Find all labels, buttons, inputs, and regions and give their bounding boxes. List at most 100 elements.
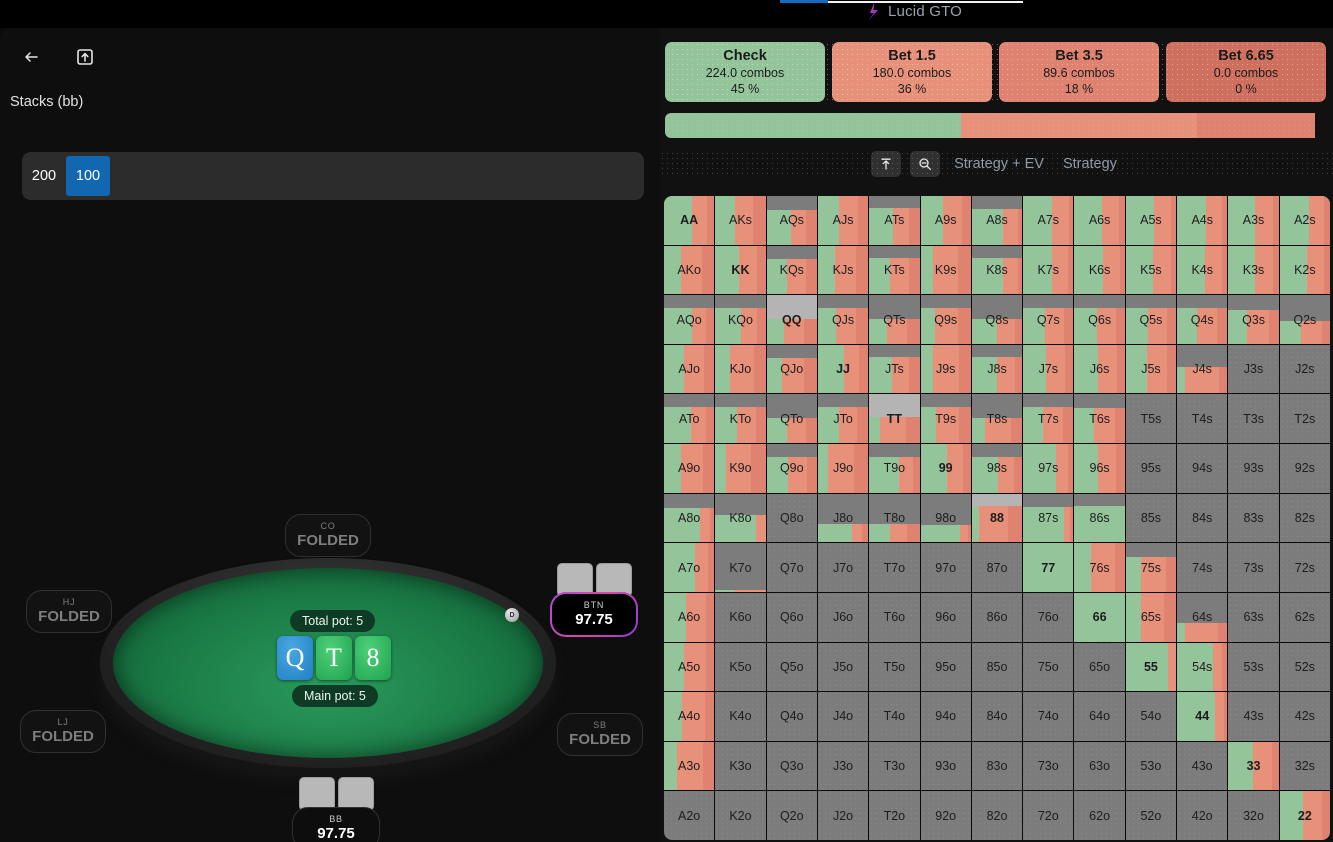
hand-cell-AQo[interactable]: AQo (664, 295, 715, 344)
hand-cell-Q8o[interactable]: Q8o (766, 493, 817, 543)
hand-cell-T5s[interactable]: T5s (1125, 394, 1177, 444)
hand-cell-J9o[interactable]: J9o (817, 444, 869, 493)
hand-cell-A9o[interactable]: A9o (664, 444, 715, 493)
hand-cell-Q5o[interactable]: Q5o (766, 642, 817, 692)
hand-cell-J4s[interactable]: J4s (1177, 344, 1228, 394)
hand-cell-J2o[interactable]: J2o (817, 791, 869, 840)
hand-cell-AQs[interactable]: AQs (766, 196, 817, 245)
hand-cell-QQ[interactable]: QQ (766, 295, 817, 344)
hand-cell-Q2s[interactable]: Q2s (1279, 295, 1330, 344)
hand-cell-K4o[interactable]: K4o (715, 692, 766, 741)
hand-cell-T8o[interactable]: T8o (869, 493, 920, 543)
seat-hj[interactable]: HJ FOLDED (26, 590, 112, 633)
hand-cell-KJs[interactable]: KJs (817, 245, 869, 295)
hand-cell-K6s[interactable]: K6s (1074, 245, 1125, 295)
hand-cell-A4s[interactable]: A4s (1177, 196, 1228, 245)
hand-cell-75o[interactable]: 75o (1023, 642, 1074, 692)
hand-cell-Q5s[interactable]: Q5s (1125, 295, 1177, 344)
hand-cell-53s[interactable]: 53s (1228, 642, 1279, 692)
hand-cell-J7o[interactable]: J7o (817, 543, 869, 592)
hand-cell-A5s[interactable]: A5s (1125, 196, 1177, 245)
hand-cell-87s[interactable]: 87s (1023, 493, 1074, 543)
hand-cell-62s[interactable]: 62s (1279, 592, 1330, 642)
hand-cell-92s[interactable]: 92s (1279, 444, 1330, 493)
hand-cell-32o[interactable]: 32o (1228, 791, 1279, 840)
hand-cell-A7o[interactable]: A7o (664, 543, 715, 592)
hand-cell-T6o[interactable]: T6o (869, 592, 920, 642)
hand-cell-97o[interactable]: 97o (920, 543, 971, 592)
hand-cell-AA[interactable]: AA (664, 196, 715, 245)
hand-cell-44[interactable]: 44 (1177, 692, 1228, 741)
magnifier-minus-icon[interactable] (660, 151, 1333, 177)
hand-cell-J5s[interactable]: J5s (1125, 344, 1177, 394)
hand-cell-J9s[interactable]: J9s (920, 344, 971, 394)
hand-cell-K2o[interactable]: K2o (715, 791, 766, 840)
hand-cell-K5o[interactable]: K5o (715, 642, 766, 692)
hand-cell-JTs[interactable]: JTs (869, 344, 920, 394)
hand-cell-72s[interactable]: 72s (1279, 543, 1330, 592)
hand-cell-76o[interactable]: 76o (1023, 592, 1074, 642)
hand-cell-98s[interactable]: 98s (971, 444, 1023, 493)
hand-cell-K3o[interactable]: K3o (715, 741, 766, 791)
hand-cell-KQo[interactable]: KQo (715, 295, 766, 344)
hand-cell-95s[interactable]: 95s (1125, 444, 1177, 493)
tab-strategy[interactable]: Strategy (1058, 156, 1122, 172)
hand-cell-T9s[interactable]: T9s (920, 394, 971, 444)
hand-cell-84o[interactable]: 84o (971, 692, 1023, 741)
hand-cell-99[interactable]: 99 (920, 444, 971, 493)
action-button-bet-6-65[interactable]: Bet 6.65 0.0 combos 0 % (665, 42, 1326, 102)
hand-cell-KTs[interactable]: KTs (869, 245, 920, 295)
hand-cell-Q3o[interactable]: Q3o (766, 741, 817, 791)
hand-cell-73o[interactable]: 73o (1023, 741, 1074, 791)
hand-cell-JJ[interactable]: JJ (817, 344, 869, 394)
hand-cell-T7o[interactable]: T7o (869, 543, 920, 592)
hand-cell-Q6o[interactable]: Q6o (766, 592, 817, 642)
hand-cell-J8o[interactable]: J8o (817, 493, 869, 543)
hand-cell-96o[interactable]: 96o (920, 592, 971, 642)
hand-cell-97s[interactable]: 97s (1023, 444, 1074, 493)
hand-cell-J3o[interactable]: J3o (817, 741, 869, 791)
hand-cell-96s[interactable]: 96s (1074, 444, 1125, 493)
hand-cell-52s[interactable]: 52s (1279, 642, 1330, 692)
hand-cell-T3s[interactable]: T3s (1228, 394, 1279, 444)
hand-cell-75s[interactable]: 75s (1125, 543, 1177, 592)
hand-cell-A8o[interactable]: A8o (664, 493, 715, 543)
hand-cell-A2s[interactable]: A2s (1279, 196, 1330, 245)
hand-cell-A3o[interactable]: A3o (664, 741, 715, 791)
hand-cell-T8s[interactable]: T8s (971, 394, 1023, 444)
hand-cell-T3o[interactable]: T3o (869, 741, 920, 791)
action-button-bet-1-5[interactable]: Bet 1.5 180.0 combos 36 % (665, 42, 1326, 102)
hand-cell-T5o[interactable]: T5o (869, 642, 920, 692)
hand-cell-A6s[interactable]: A6s (1074, 196, 1125, 245)
hand-cell-98o[interactable]: 98o (920, 493, 971, 543)
seat-bb[interactable]: BB 97.75 (292, 807, 380, 842)
hand-cell-92o[interactable]: 92o (920, 791, 971, 840)
hand-cell-63s[interactable]: 63s (1228, 592, 1279, 642)
hand-cell-K5s[interactable]: K5s (1125, 245, 1177, 295)
hand-cell-T2o[interactable]: T2o (869, 791, 920, 840)
hand-cell-82s[interactable]: 82s (1279, 493, 1330, 543)
hand-cell-J2s[interactable]: J2s (1279, 344, 1330, 394)
hand-cell-93s[interactable]: 93s (1228, 444, 1279, 493)
hand-cell-J6s[interactable]: J6s (1074, 344, 1125, 394)
hand-cell-82o[interactable]: 82o (971, 791, 1023, 840)
hand-cell-55[interactable]: 55 (1125, 642, 1177, 692)
hand-cell-Q4s[interactable]: Q4s (1177, 295, 1228, 344)
hand-cell-K9s[interactable]: K9s (920, 245, 971, 295)
hand-cell-J5o[interactable]: J5o (817, 642, 869, 692)
hand-cell-JTo[interactable]: JTo (817, 394, 869, 444)
hand-cell-76s[interactable]: 76s (1074, 543, 1125, 592)
hand-cell-93o[interactable]: 93o (920, 741, 971, 791)
hand-cell-65s[interactable]: 65s (1125, 592, 1177, 642)
hand-cell-K3s[interactable]: K3s (1228, 245, 1279, 295)
hand-cell-83o[interactable]: 83o (971, 741, 1023, 791)
hand-cell-A9s[interactable]: A9s (920, 196, 971, 245)
hand-cell-66[interactable]: 66 (1074, 592, 1125, 642)
hand-cell-Q2o[interactable]: Q2o (766, 791, 817, 840)
arrow-left-icon[interactable] (18, 44, 44, 70)
hand-cell-T2s[interactable]: T2s (1279, 394, 1330, 444)
hand-cell-85o[interactable]: 85o (971, 642, 1023, 692)
hand-cell-53o[interactable]: 53o (1125, 741, 1177, 791)
hand-cell-ATs[interactable]: ATs (869, 196, 920, 245)
hand-cell-Q7o[interactable]: Q7o (766, 543, 817, 592)
